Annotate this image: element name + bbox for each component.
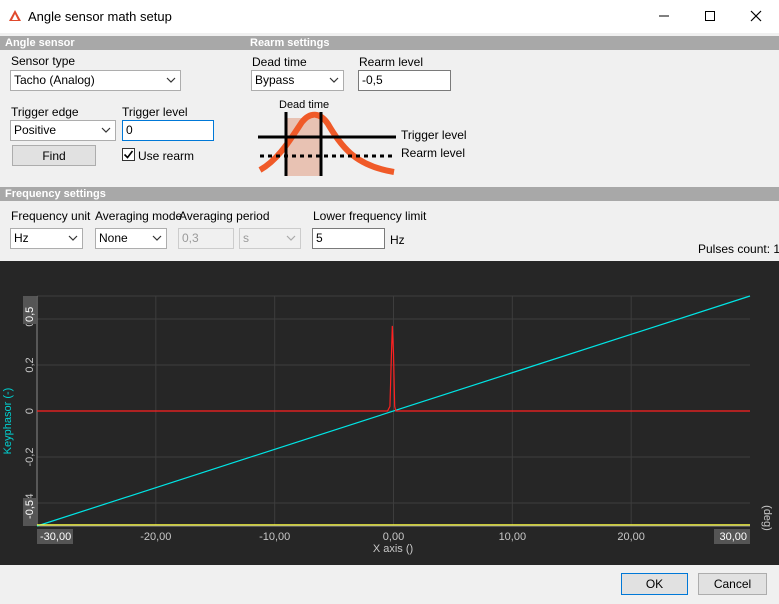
averaging-mode-value: None <box>99 231 128 245</box>
y-tick-label: 0 <box>24 408 36 414</box>
window-title: Angle sensor math setup <box>28 9 172 24</box>
x-axis-title: X axis () <box>373 543 413 555</box>
chevron-down-icon <box>286 235 296 241</box>
rearm-level-input[interactable]: -0,5 <box>358 70 451 91</box>
x-axis-unit: (deg) <box>761 505 773 531</box>
chevron-down-icon <box>68 235 78 241</box>
rearm-level-label: Rearm level <box>359 55 424 69</box>
trigger-level-label: Trigger level <box>122 105 188 119</box>
frequency-unit-label: Frequency unit <box>11 209 91 223</box>
checkmark-icon <box>123 150 134 159</box>
averaging-period-input[interactable]: 0,3 <box>178 228 234 249</box>
lower-frequency-limit-unit: Hz <box>390 233 405 247</box>
x-tick-label: -20,00 <box>140 531 171 543</box>
maximize-button[interactable] <box>687 0 733 32</box>
minimize-icon <box>659 15 669 17</box>
trigger-level-value: 0 <box>126 123 133 137</box>
cancel-button[interactable]: Cancel <box>698 573 767 595</box>
trigger-edge-select[interactable]: Positive <box>10 120 116 141</box>
dialog-footer: OK Cancel <box>0 565 779 604</box>
ok-button-label: OK <box>645 577 664 591</box>
chevron-down-icon <box>101 127 111 133</box>
rearm-level-value: -0,5 <box>362 73 383 87</box>
frequency-settings-section-header: Frequency settings <box>0 187 779 201</box>
chevron-down-icon <box>329 77 339 83</box>
close-icon <box>750 10 762 22</box>
app-logo-icon <box>9 10 21 21</box>
cancel-button-label: Cancel <box>713 577 752 591</box>
averaging-mode-label: Averaging mode <box>95 209 183 223</box>
dead-time-value: Bypass <box>255 73 295 87</box>
pulses-count: Pulses count: 1 <box>698 242 779 256</box>
dead-time-label: Dead time <box>252 55 307 69</box>
x-tick-label: 20,00 <box>617 531 645 543</box>
lower-frequency-limit-input[interactable]: 5 <box>312 228 385 249</box>
averaging-period-label: Averaging period <box>179 209 270 223</box>
sensor-type-select[interactable]: Tacho (Analog) <box>10 70 181 91</box>
averaging-period-value: 0,3 <box>182 231 199 245</box>
angle-sensor-header: Angle sensor <box>5 37 75 49</box>
use-rearm-label[interactable]: Use rearm <box>138 149 194 163</box>
frequency-settings-header: Frequency settings <box>5 188 106 200</box>
ok-button[interactable]: OK <box>621 573 688 595</box>
rearm-diagram-graphic <box>258 111 396 176</box>
keyphasor-chart[interactable]: -20,00-10,000,0010,0020,00-30,0030,000,4… <box>0 261 779 565</box>
maximize-icon <box>705 11 715 21</box>
trigger-edge-label: Trigger edge <box>11 105 79 119</box>
y-axis-title: Keyphasor (-) <box>2 388 14 455</box>
averaging-period-unit-value: s <box>243 231 249 245</box>
chevron-down-icon <box>166 77 176 83</box>
averaging-mode-select[interactable]: None <box>95 228 167 249</box>
sensor-type-label: Sensor type <box>11 54 76 68</box>
rearm-diagram: Dead time Trigger level Rearm level <box>258 98 468 180</box>
rearm-settings-header: Rearm settings <box>250 37 330 49</box>
angle-sensor-section-header: Angle sensor Rearm settings <box>0 36 779 50</box>
dead-time-select[interactable]: Bypass <box>251 70 344 91</box>
frequency-unit-value: Hz <box>14 231 29 245</box>
close-button[interactable] <box>733 0 779 32</box>
find-button[interactable]: Find <box>12 145 96 166</box>
averaging-period-unit-select[interactable]: s <box>239 228 301 249</box>
lower-frequency-limit-value: 5 <box>316 231 323 245</box>
y-tick-label: -0,2 <box>24 448 36 467</box>
x-tick-label: 0,00 <box>383 531 404 543</box>
x-tick-label: -10,00 <box>259 531 290 543</box>
diagram-trigger-level-caption: Trigger level <box>401 128 467 142</box>
frequency-unit-select[interactable]: Hz <box>10 228 83 249</box>
y-tick-label: 0,2 <box>24 357 36 372</box>
chart-labels: -20,00-10,000,0010,0020,00-30,0030,000,4… <box>2 296 773 555</box>
find-button-label: Find <box>42 148 66 163</box>
sensor-type-value: Tacho (Analog) <box>14 73 95 87</box>
minimize-button[interactable] <box>641 0 687 32</box>
y-max-label: 0,5 <box>24 307 36 322</box>
chevron-down-icon <box>152 235 162 241</box>
x-max-label: 30,00 <box>719 531 747 543</box>
title-bar: Angle sensor math setup <box>0 0 779 33</box>
trigger-level-input[interactable]: 0 <box>122 120 214 141</box>
diagram-rearm-level-caption: Rearm level <box>401 146 466 160</box>
chart-area[interactable]: -20,00-10,000,0010,0020,00-30,0030,000,4… <box>0 261 779 565</box>
y-min-label: -0,5 <box>24 500 36 519</box>
trigger-edge-value: Positive <box>14 123 57 137</box>
x-min-label: -30,00 <box>40 531 71 543</box>
use-rearm-checkbox[interactable] <box>122 148 135 161</box>
x-tick-label: 10,00 <box>499 531 527 543</box>
lower-frequency-limit-label: Lower frequency limit <box>313 209 427 223</box>
